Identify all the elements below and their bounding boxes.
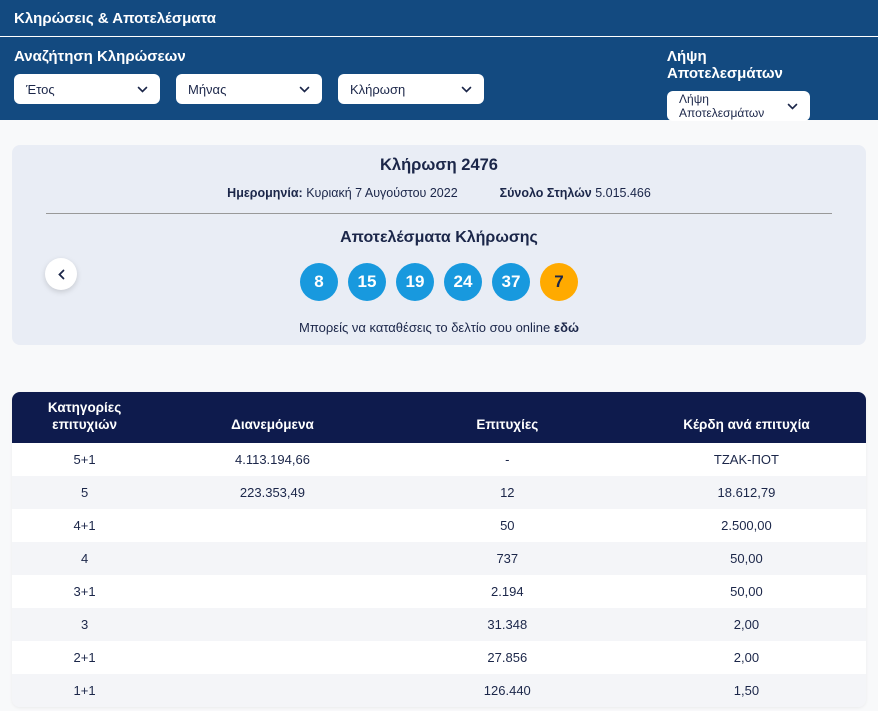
table-cell: 31.348 [388,608,627,641]
table-row: 4+1 50 2.500,00 [12,509,866,542]
chevron-down-icon [461,86,472,93]
table-cell [157,608,388,641]
draw-card: Κλήρωση 2476 Ημερομηνία: Κυριακή 7 Αυγού… [12,145,866,345]
table-cell: 18.612,79 [627,476,866,509]
table-cell: 27.856 [388,641,627,674]
number-ball: 15 [348,263,386,301]
table-cell: 223.353,49 [157,476,388,509]
draw-date-value: Κυριακή 7 Αυγούστου 2022 [306,186,457,200]
winning-numbers: 8 15 19 24 37 7 [12,263,866,301]
table-cell: 5+1 [12,443,157,476]
chevron-down-icon [137,86,148,93]
table-cell: 2+1 [12,641,157,674]
draw-title: Κλήρωση 2476 [12,156,866,175]
table-cell: 3+1 [12,575,157,608]
table-row: 3+1 2.194 50,00 [12,575,866,608]
draw-date: Ημερομηνία: Κυριακή 7 Αυγούστου 2022 [227,186,457,200]
download-dropdown[interactable]: Λήψη Αποτελεσμάτων [667,91,810,121]
table-cell: 50,00 [627,575,866,608]
table-cell [157,575,388,608]
table-cell: 2,00 [627,641,866,674]
chevron-down-icon [299,86,310,93]
month-dropdown[interactable]: Μήνας [176,74,322,104]
month-dropdown-label: Μήνας [188,82,226,97]
table-cell: 50,00 [627,542,866,575]
draw-dropdown[interactable]: Κλήρωση [338,74,484,104]
draw-meta: Ημερομηνία: Κυριακή 7 Αυγούστου 2022 Σύν… [12,186,866,200]
download-group: Λήψη Αποτελεσμάτων Λήψη Αποτελεσμάτων [667,37,810,121]
search-group: Αναζήτηση Κληρώσεων Έτος Μήνας Κλήρωση [14,37,484,104]
year-dropdown[interactable]: Έτος [14,74,160,104]
table-row: 5 223.353,49 12 18.612,79 [12,476,866,509]
page-title: Κληρώσεις & Αποτελέσματα [14,0,864,36]
table-cell: 5 [12,476,157,509]
draw-date-label: Ημερομηνία: [227,186,303,200]
number-ball: 37 [492,263,530,301]
table-header-row: Κατηγορίες επιτυχιών Διανεμόμενα Επιτυχί… [12,392,866,443]
joker-ball: 7 [540,263,578,301]
table-cell: 2,00 [627,608,866,641]
number-ball: 8 [300,263,338,301]
table-cell: 737 [388,542,627,575]
col-distributed: Διανεμόμενα [157,392,388,443]
number-ball: 19 [396,263,434,301]
results-table: Κατηγορίες επιτυχιών Διανεμόμενα Επιτυχί… [12,392,866,707]
card-divider [46,213,832,214]
table-cell: 126.440 [388,674,627,707]
table-row: 2+1 27.856 2,00 [12,641,866,674]
search-dropdowns: Έτος Μήνας Κλήρωση [14,74,484,104]
download-heading: Λήψη Αποτελεσμάτων [667,48,810,82]
table-cell: 12 [388,476,627,509]
total-columns-value: 5.015.466 [595,186,651,200]
table-cell: 2.194 [388,575,627,608]
search-section: Αναζήτηση Κληρώσεων Έτος Μήνας Κλήρωση [14,37,864,121]
search-heading: Αναζήτηση Κληρώσεων [14,48,484,65]
draw-dropdown-label: Κλήρωση [350,82,405,97]
results-heading: Αποτελέσματα Κλήρωσης [12,229,866,247]
table-cell: 2.500,00 [627,509,866,542]
table-row: 1+1 126.440 1,50 [12,674,866,707]
chevron-down-icon [787,103,798,110]
online-text: Μπορείς να καταθέσεις το δελτίο σου onli… [12,320,866,335]
table-cell: ΤΖΑΚ-ΠΟΤ [627,443,866,476]
table-cell: 3 [12,608,157,641]
page-header: Κληρώσεις & Αποτελέσματα Αναζήτηση Κληρώ… [0,0,878,120]
table-cell [157,542,388,575]
number-ball: 24 [444,263,482,301]
table-row: 4 737 50,00 [12,542,866,575]
table-cell: 1,50 [627,674,866,707]
table-cell: 4+1 [12,509,157,542]
online-link[interactable]: εδώ [554,320,579,335]
table-cell [157,674,388,707]
col-winners: Επιτυχίες [388,392,627,443]
year-dropdown-label: Έτος [26,82,55,97]
table-cell [157,641,388,674]
online-text-body: Μπορείς να καταθέσεις το δελτίο σου onli… [299,320,550,335]
download-dropdown-label: Λήψη Αποτελεσμάτων [679,92,787,120]
table-row: 5+1 4.113.194,66 - ΤΖΑΚ-ΠΟΤ [12,443,866,476]
table-row: 3 31.348 2,00 [12,608,866,641]
col-categories: Κατηγορίες επιτυχιών [12,392,157,443]
table-cell: 1+1 [12,674,157,707]
chevron-left-icon [58,269,65,280]
table-cell: 50 [388,509,627,542]
table-cell: - [388,443,627,476]
table-cell: 4.113.194,66 [157,443,388,476]
total-columns: Σύνολο Στηλών 5.015.466 [500,186,651,200]
col-winnings: Κέρδη ανά επιτυχία [627,392,866,443]
table-cell: 4 [12,542,157,575]
prev-draw-button[interactable] [45,258,77,290]
table-cell [157,509,388,542]
total-columns-label: Σύνολο Στηλών [500,186,592,200]
